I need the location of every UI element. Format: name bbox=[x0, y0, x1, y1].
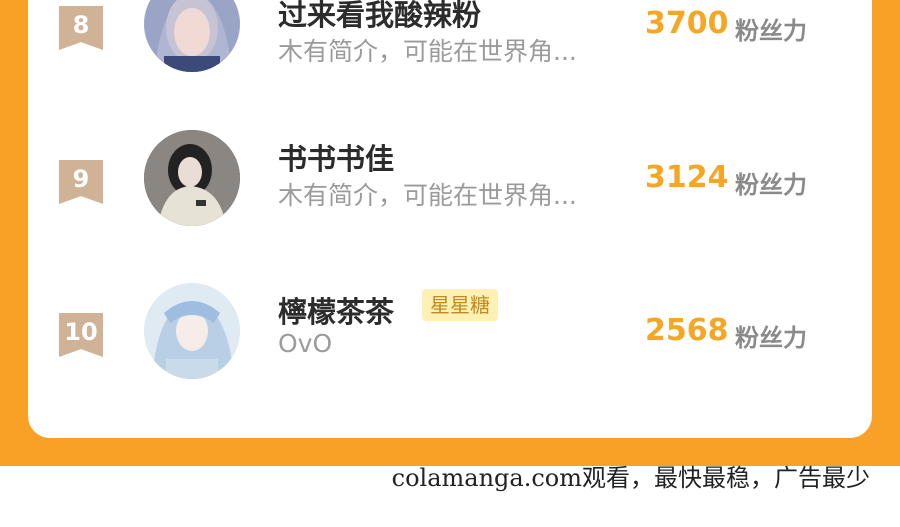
avatar[interactable] bbox=[144, 283, 240, 379]
fan-power-count: 3124 bbox=[645, 160, 729, 195]
watermark-text: colamanga.com观看，最快最稳，广告最少 bbox=[391, 464, 870, 492]
fan-power-unit: 粉丝力 bbox=[735, 171, 807, 199]
fan-power-count: 3700 bbox=[645, 6, 729, 41]
list-item[interactable]: 10 檸檬茶茶 星星糖 OvO 2568 粉丝力 bbox=[28, 277, 872, 379]
rank-ribbon: 9 bbox=[59, 160, 103, 204]
user-name[interactable]: 过来看我酸辣粉 bbox=[278, 0, 481, 34]
member-badge: 星星糖 bbox=[422, 289, 498, 321]
list-item[interactable]: 8 过来看我酸辣粉 木有简介，可能在世界角... 3700 粉丝力 bbox=[28, 0, 872, 72]
user-bio: 木有简介，可能在世界角... bbox=[278, 37, 577, 66]
user-bio: 木有简介，可能在世界角... bbox=[278, 181, 577, 210]
leaderboard-card: 8 过来看我酸辣粉 木有简介，可能在世界角... 3700 粉丝力 9 书书书佳… bbox=[28, 0, 872, 438]
fan-power-unit: 粉丝力 bbox=[735, 17, 807, 45]
avatar[interactable] bbox=[144, 130, 240, 226]
rank-ribbon: 8 bbox=[59, 6, 103, 50]
list-item[interactable]: 9 书书书佳 木有简介，可能在世界角... 3124 粉丝力 bbox=[28, 124, 872, 226]
user-name[interactable]: 书书书佳 bbox=[278, 136, 394, 178]
user-name[interactable]: 檸檬茶茶 bbox=[278, 289, 394, 331]
fan-power-count: 2568 bbox=[645, 313, 729, 348]
rank-ribbon: 10 bbox=[59, 313, 103, 357]
avatar[interactable] bbox=[144, 0, 240, 72]
fan-power-unit: 粉丝力 bbox=[735, 324, 807, 352]
user-bio: OvO bbox=[278, 329, 333, 358]
leaderboard-frame: 8 过来看我酸辣粉 木有简介，可能在世界角... 3700 粉丝力 9 书书书佳… bbox=[0, 0, 900, 466]
